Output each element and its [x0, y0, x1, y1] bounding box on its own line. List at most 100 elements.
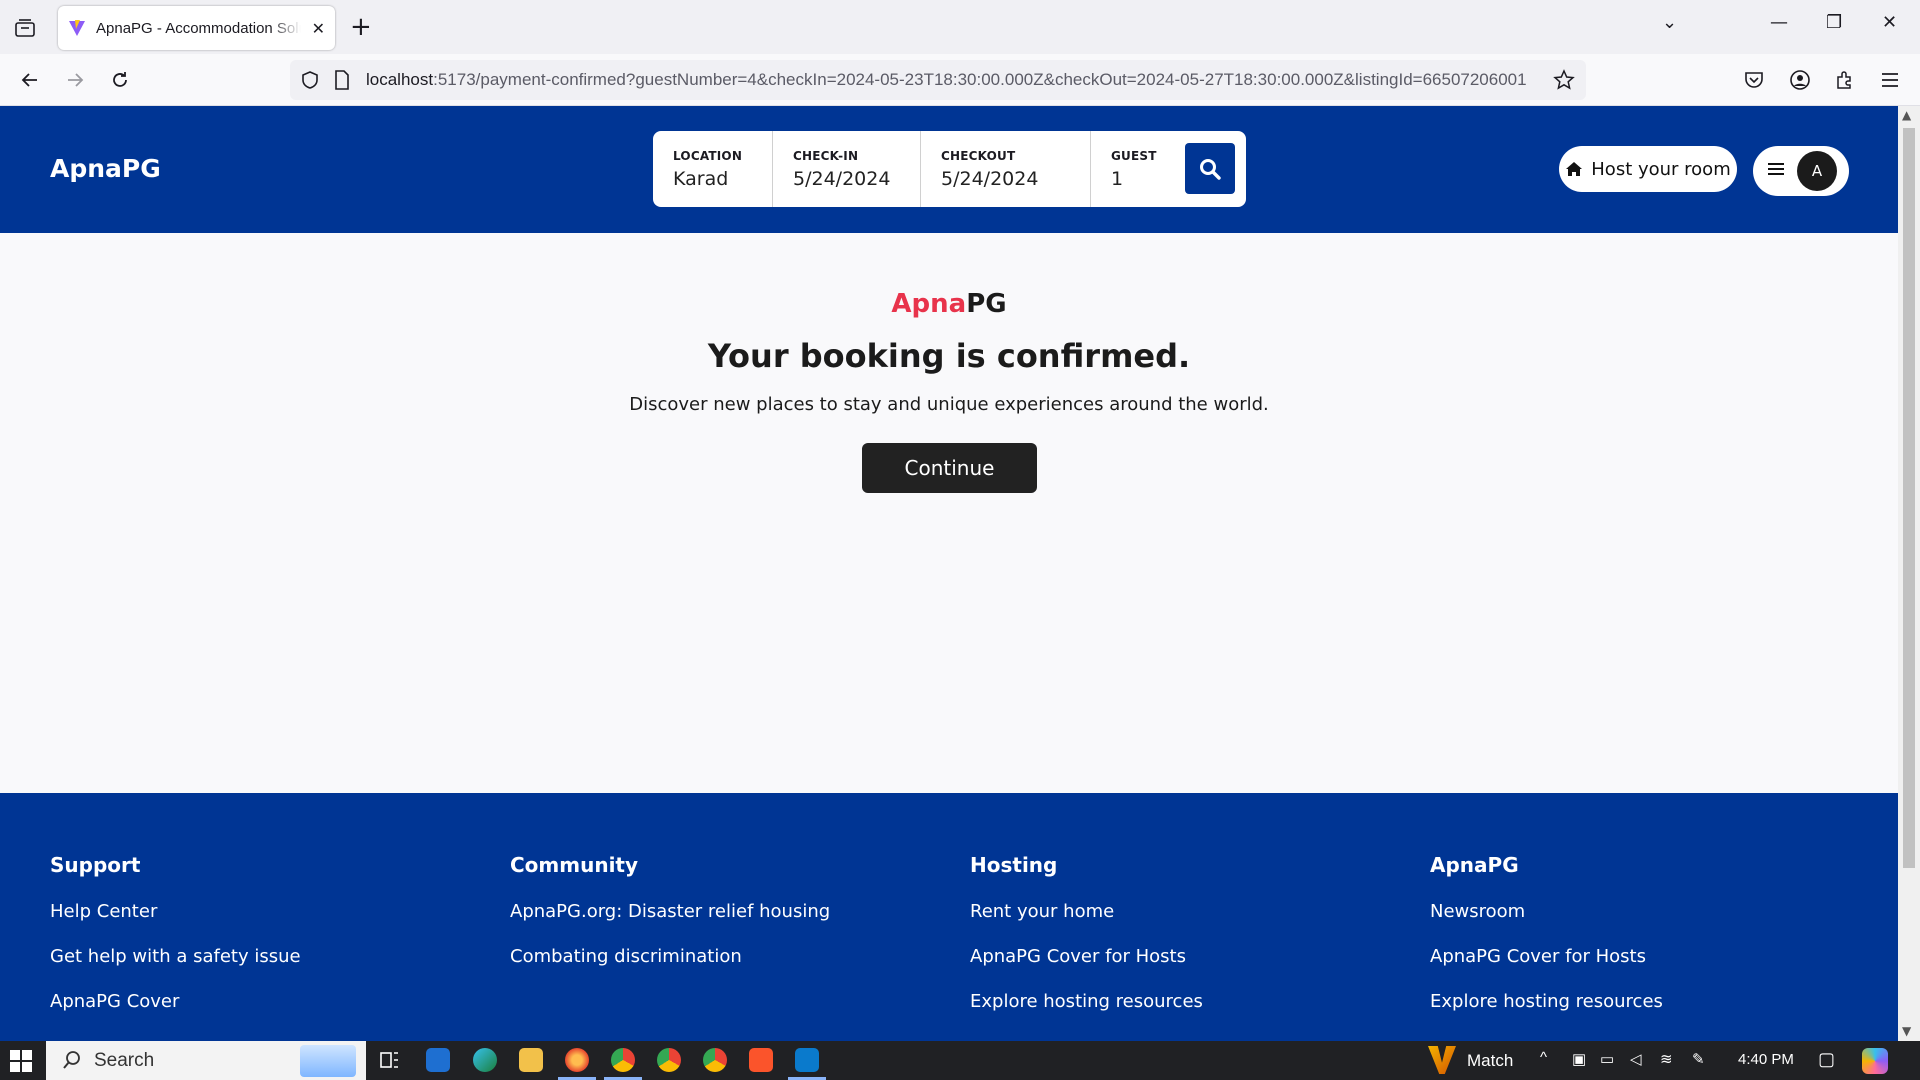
- battery-icon[interactable]: ▭: [1600, 1050, 1614, 1068]
- address-bar[interactable]: localhost:5173/payment-confirmed?guestNu…: [290, 60, 1586, 100]
- continue-button[interactable]: Continue: [862, 443, 1037, 493]
- host-your-room-button[interactable]: Host your room: [1559, 146, 1737, 192]
- notifications-icon[interactable]: ▢: [1818, 1049, 1835, 1070]
- reload-icon[interactable]: [106, 66, 134, 94]
- account-icon[interactable]: [1786, 66, 1814, 94]
- windows-start-icon[interactable]: [10, 1050, 32, 1072]
- pen-icon[interactable]: ✎: [1692, 1050, 1705, 1068]
- search-icon: [1200, 158, 1221, 180]
- checkout-label: CHECKOUT: [941, 149, 1016, 163]
- search-button[interactable]: [1185, 143, 1235, 194]
- checkin-field[interactable]: CHECK-IN 5/24/2024: [773, 131, 921, 207]
- guest-field[interactable]: GUEST 1: [1091, 131, 1181, 207]
- footer-link[interactable]: ApnaPG Cover for Hosts: [1430, 946, 1663, 991]
- tab-list-icon[interactable]: [12, 16, 38, 40]
- page-scrollbar[interactable]: ▲ ▼: [1898, 106, 1920, 1041]
- list-all-tabs-icon[interactable]: ⌄: [1662, 12, 1677, 33]
- taskbar-search-icon: [63, 1051, 80, 1069]
- footer-column-community: Community ApnaPG.org: Disaster relief ho…: [510, 853, 830, 991]
- footer-link[interactable]: ApnaPG Cover for Hosts: [970, 946, 1203, 991]
- match-news-icon[interactable]: [1428, 1046, 1456, 1074]
- footer-link[interactable]: Explore hosting resources: [970, 991, 1203, 1036]
- confirmation-section: ApnaPG Your booking is confirmed. Discov…: [0, 233, 1898, 793]
- brand-logo[interactable]: ApnaPG: [50, 154, 161, 183]
- footer-link[interactable]: ApnaPG Cover: [50, 991, 301, 1036]
- footer-column-title: ApnaPG: [1430, 853, 1519, 877]
- wifi-icon[interactable]: ≋: [1660, 1050, 1673, 1068]
- footer-column-hosting: Hosting Rent your home ApnaPG Cover for …: [970, 853, 1203, 1036]
- location-label: LOCATION: [673, 149, 743, 163]
- footer-link[interactable]: Get help with a safety issue: [50, 946, 301, 991]
- host-your-room-label: Host your room: [1591, 158, 1731, 180]
- pocket-icon[interactable]: [1740, 66, 1768, 94]
- taskbar-search-box[interactable]: Search: [46, 1041, 366, 1080]
- site-footer: Support Help Center Get help with a safe…: [0, 793, 1898, 1041]
- url-text[interactable]: localhost:5173/payment-confirmed?guestNu…: [366, 70, 1542, 90]
- footer-link[interactable]: Combating discrimination: [510, 946, 830, 991]
- clock-time[interactable]: 4:40 PM: [1738, 1051, 1794, 1068]
- avatar: A: [1797, 151, 1837, 191]
- footer-link[interactable]: Rent your home: [970, 901, 1203, 946]
- scroll-up-icon[interactable]: ▲: [1902, 108, 1911, 122]
- extensions-icon[interactable]: [1831, 66, 1859, 94]
- checkin-label: CHECK-IN: [793, 149, 859, 163]
- chrome-icon[interactable]: [611, 1048, 635, 1072]
- footer-column-apnapg: ApnaPG Newsroom ApnaPG Cover for Hosts E…: [1430, 853, 1663, 1036]
- vscode-icon[interactable]: [795, 1048, 819, 1072]
- home-icon: [1566, 162, 1583, 176]
- firefox-icon[interactable]: [565, 1048, 589, 1072]
- close-window-icon[interactable]: ✕: [1882, 12, 1897, 33]
- confirmation-logo: ApnaPG: [891, 289, 1007, 319]
- tab-close-icon[interactable]: ✕: [312, 19, 325, 38]
- footer-link[interactable]: Help Center: [50, 901, 301, 946]
- checkin-value[interactable]: 5/24/2024: [793, 168, 920, 190]
- chrome-profile-icon[interactable]: [657, 1048, 681, 1072]
- checkout-value[interactable]: 5/24/2024: [941, 168, 1090, 190]
- scroll-down-icon[interactable]: ▼: [1902, 1024, 1911, 1038]
- location-field[interactable]: LOCATION Karad: [653, 131, 773, 207]
- footer-column-title: Support: [50, 853, 141, 877]
- browser-tab-bar: ApnaPG - Accommodation Solutions ✕ + ⌄ —…: [0, 0, 1920, 54]
- scroll-thumb[interactable]: [1903, 128, 1915, 868]
- page-info-icon[interactable]: [334, 70, 350, 90]
- back-icon[interactable]: [16, 66, 44, 94]
- restore-icon[interactable]: ❐: [1826, 12, 1842, 33]
- confirmation-subline: Discover new places to stay and unique e…: [629, 394, 1269, 415]
- browser-nav-bar: localhost:5173/payment-confirmed?guestNu…: [0, 54, 1920, 106]
- chrome-profile-2-icon[interactable]: [703, 1048, 727, 1072]
- copilot-icon[interactable]: [1862, 1048, 1888, 1074]
- tab-title: ApnaPG - Accommodation Solutions: [96, 19, 301, 37]
- guest-value[interactable]: 1: [1111, 168, 1181, 190]
- user-menu-button[interactable]: A: [1753, 146, 1849, 196]
- footer-link[interactable]: ApnaPG.org: Disaster relief housing: [510, 901, 830, 946]
- new-tab-icon[interactable]: +: [350, 12, 372, 42]
- minimize-icon[interactable]: —: [1770, 12, 1788, 33]
- file-explorer-icon[interactable]: [519, 1048, 543, 1072]
- location-value[interactable]: Karad: [673, 168, 772, 190]
- footer-link[interactable]: Newsroom: [1430, 901, 1663, 946]
- brave-browser-icon[interactable]: [749, 1048, 773, 1072]
- task-view-icon[interactable]: [378, 1048, 402, 1072]
- hamburger-menu-icon: [1768, 163, 1784, 175]
- show-hidden-icons-icon[interactable]: ^: [1540, 1049, 1547, 1066]
- volume-icon[interactable]: ◁: [1630, 1050, 1642, 1068]
- guest-label: GUEST: [1111, 149, 1157, 163]
- forward-icon[interactable]: [61, 66, 89, 94]
- mail-app-icon[interactable]: [426, 1048, 450, 1072]
- footer-column-title: Hosting: [970, 853, 1058, 877]
- vite-favicon-icon: [69, 20, 85, 36]
- edge-browser-icon[interactable]: [473, 1048, 497, 1072]
- checkout-field[interactable]: CHECKOUT 5/24/2024: [921, 131, 1091, 207]
- footer-link[interactable]: Explore hosting resources: [1430, 991, 1663, 1036]
- taskbar-search-label: Search: [94, 1049, 155, 1071]
- app-menu-icon[interactable]: [1876, 66, 1904, 94]
- news-widget-label[interactable]: Match: [1467, 1051, 1513, 1071]
- footer-column-support: Support Help Center Get help with a safe…: [50, 853, 301, 1036]
- meet-now-icon[interactable]: ▣: [1572, 1050, 1586, 1068]
- browser-tab-active[interactable]: ApnaPG - Accommodation Solutions ✕: [58, 6, 335, 50]
- confirmation-headline: Your booking is confirmed.: [707, 337, 1191, 375]
- tracking-protection-shield-icon[interactable]: [300, 70, 320, 90]
- search-bar: LOCATION Karad CHECK-IN 5/24/2024 CHECKO…: [653, 131, 1246, 207]
- site-header: ApnaPG LOCATION Karad CHECK-IN 5/24/2024…: [0, 106, 1898, 233]
- bookmark-star-icon[interactable]: [1553, 69, 1575, 91]
